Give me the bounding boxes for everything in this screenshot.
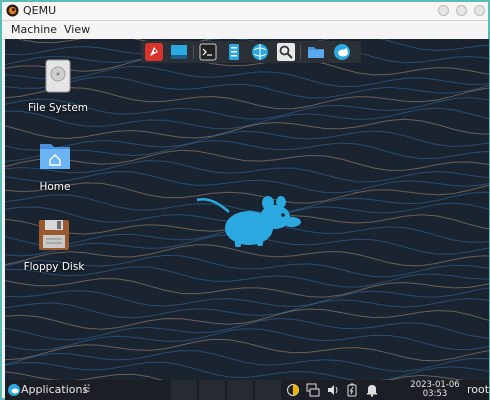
window-title: QEMU xyxy=(23,4,57,17)
menu-machine[interactable]: Machine xyxy=(11,23,57,36)
desktop-icon-home[interactable]: Home xyxy=(20,138,90,193)
desktop-icon-label: Floppy Disk xyxy=(23,261,85,273)
menu-bar: Machine View xyxy=(2,21,488,40)
maximize-button[interactable] xyxy=(456,5,467,16)
dock-separator xyxy=(300,45,301,59)
file-manager-icon[interactable] xyxy=(225,43,243,61)
desktop-icon-label: Home xyxy=(39,181,71,193)
panel-handle: ⠿ xyxy=(83,383,92,396)
network-icon[interactable] xyxy=(306,383,320,397)
night-mode-icon[interactable] xyxy=(286,383,300,397)
workspace-3[interactable] xyxy=(227,380,253,400)
window-icon[interactable] xyxy=(170,43,188,61)
close-button[interactable] xyxy=(474,5,485,16)
xfce-applications-icon[interactable] xyxy=(7,383,21,397)
xfce-mouse-mascot xyxy=(196,196,301,247)
qemu-window: QEMU Machine View File System Home Flopp… xyxy=(0,0,490,400)
volume-icon[interactable] xyxy=(326,383,340,397)
menu-view[interactable]: View xyxy=(64,23,90,36)
bottom-panel: Applications ⠿ 2023-01-06 03:53 root xyxy=(5,380,489,400)
battery-icon[interactable] xyxy=(345,383,359,397)
minimize-button[interactable] xyxy=(438,5,449,16)
desktop-icon-floppy-disk[interactable]: Floppy Disk xyxy=(19,218,89,273)
workspace-4[interactable] xyxy=(255,380,281,400)
qemu-app-icon xyxy=(6,4,19,17)
desktop[interactable]: File System Home Floppy Disk xyxy=(5,39,489,380)
title-bar[interactable]: QEMU xyxy=(2,2,488,21)
search-icon[interactable] xyxy=(277,43,295,61)
user-name[interactable]: root xyxy=(467,383,489,396)
applications-menu[interactable]: Applications xyxy=(21,383,88,396)
workspace-2[interactable] xyxy=(199,380,225,400)
home-folder-icon xyxy=(40,144,70,169)
panel-clock[interactable]: 2023-01-06 03:53 xyxy=(407,381,463,399)
dock-separator xyxy=(193,45,194,59)
web-browser-icon[interactable] xyxy=(251,43,269,61)
clock-time: 03:53 xyxy=(422,389,448,399)
notifications-bell-icon[interactable] xyxy=(365,383,379,397)
rocket-icon[interactable] xyxy=(145,43,163,61)
xfce-mouse-icon[interactable] xyxy=(333,43,351,61)
terminal-icon[interactable] xyxy=(199,43,217,61)
drive-icon xyxy=(45,59,71,93)
workspace-1[interactable] xyxy=(171,380,197,400)
desktop-icon-label: File System xyxy=(27,102,89,114)
desktop-icon-file-system[interactable]: File System xyxy=(23,59,93,114)
folder-icon[interactable] xyxy=(307,43,325,61)
floppy-disk-icon xyxy=(39,220,69,250)
dock xyxy=(141,41,361,63)
